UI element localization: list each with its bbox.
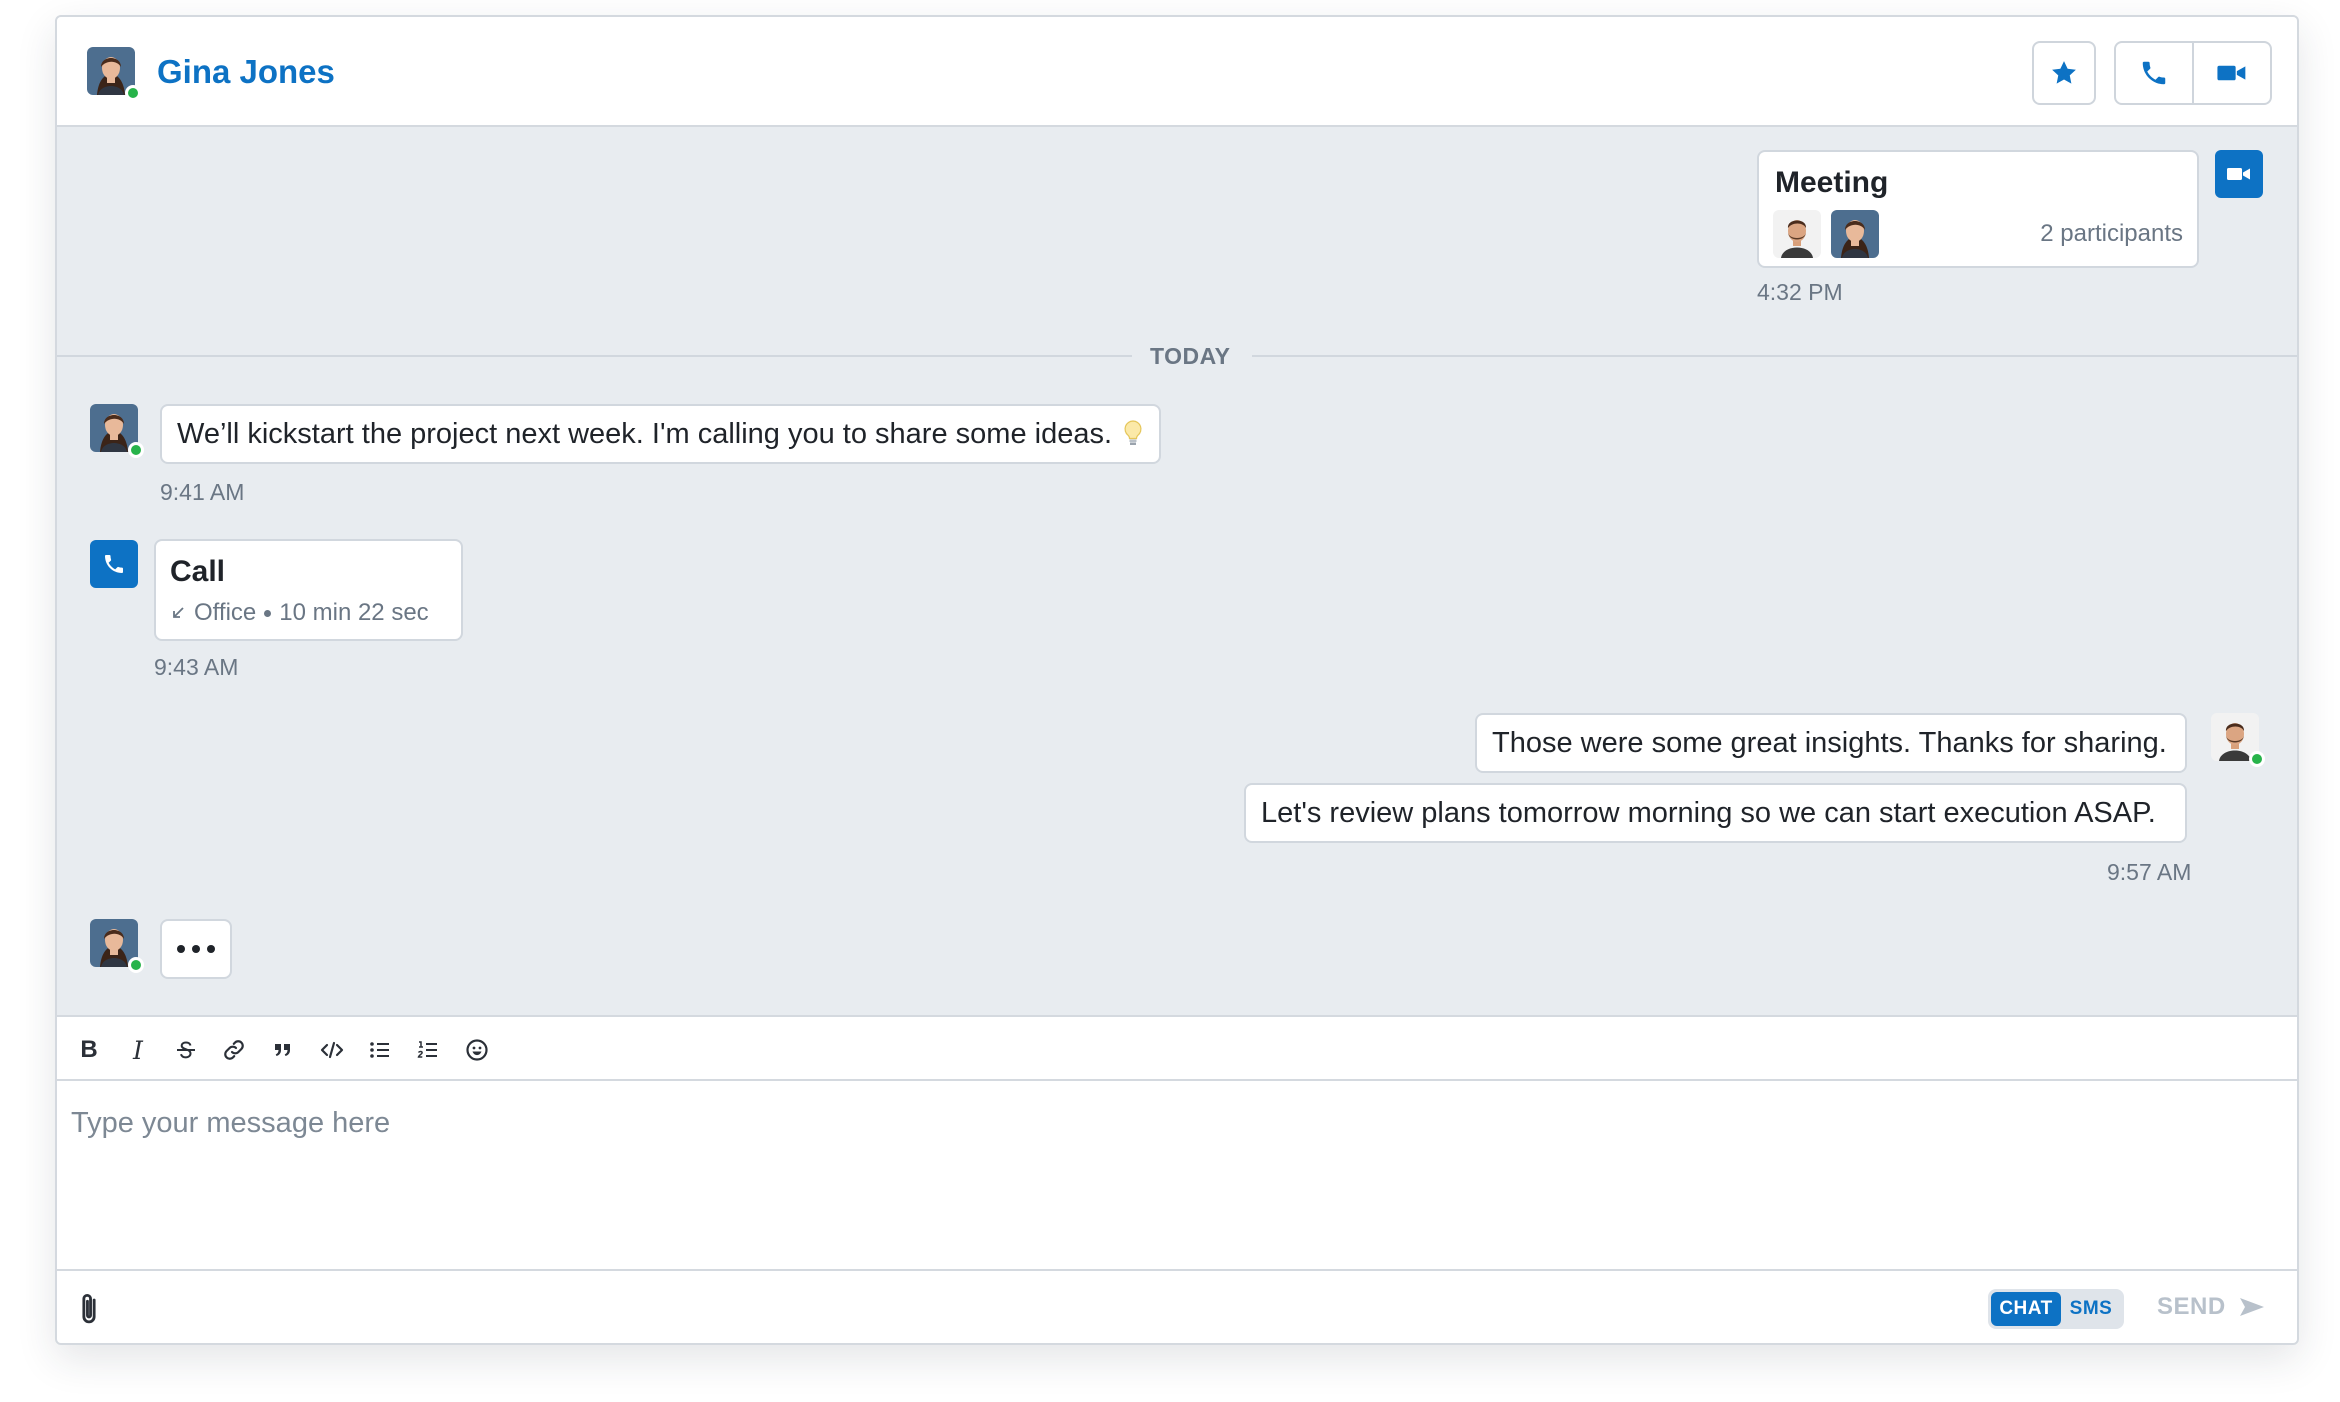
bullet-list-icon xyxy=(370,1042,389,1058)
italic-icon: I xyxy=(133,1035,143,1065)
typing-indicator xyxy=(160,919,232,979)
message-time: 9:57 AM xyxy=(2107,859,2192,885)
italic-button[interactable]: I xyxy=(121,1033,155,1067)
chat-header: Gina Jones xyxy=(57,17,2297,127)
contact-name[interactable]: Gina Jones xyxy=(157,53,335,91)
call-time: 9:43 AM xyxy=(154,654,239,680)
code-icon xyxy=(320,1041,344,1059)
link-button[interactable] xyxy=(217,1033,251,1067)
sender-avatar[interactable] xyxy=(90,404,144,458)
code-button[interactable] xyxy=(315,1033,349,1067)
emoji-icon xyxy=(466,1039,488,1061)
participant-count: 2 participants xyxy=(2040,220,2183,247)
message-text: Let's review plans tomorrow morning so w… xyxy=(1261,796,2156,829)
contact-avatar[interactable] xyxy=(87,47,141,101)
strikethrough-button[interactable] xyxy=(169,1033,203,1067)
bold-button[interactable]: B xyxy=(72,1033,106,1067)
meeting-video-icon xyxy=(2215,150,2263,198)
phone-icon xyxy=(2142,61,2166,85)
sms-mode-option[interactable]: SMS xyxy=(2061,1292,2121,1326)
divider-line xyxy=(1252,355,2297,357)
emoji-button[interactable] xyxy=(460,1033,494,1067)
quote-button[interactable] xyxy=(266,1033,300,1067)
call-duration: 10 min 22 sec xyxy=(279,599,429,626)
channel-toggle: CHAT SMS xyxy=(1988,1289,2124,1329)
send-button[interactable]: SEND xyxy=(2157,1293,2266,1321)
call-location: Office xyxy=(194,599,257,626)
call-details: Office 10 min 22 sec xyxy=(170,599,429,627)
message-bubble[interactable]: Let's review plans tomorrow morning so w… xyxy=(1244,783,2187,843)
meeting-time: 4:32 PM xyxy=(1757,279,1843,305)
send-label: SEND xyxy=(2157,1293,2226,1320)
chat-window: Gina Jones Meeting 2 participants 4:32 P… xyxy=(55,15,2299,1345)
message-input[interactable] xyxy=(57,1081,2297,1269)
composer-footer: CHAT SMS SEND xyxy=(57,1269,2297,1343)
online-status-indicator xyxy=(128,957,144,973)
call-log-card[interactable]: Call Office 10 min 22 sec xyxy=(154,539,463,641)
online-status-indicator xyxy=(128,442,144,458)
message-text: We’ll kickstart the project next week. I… xyxy=(177,417,1113,450)
message-time: 9:41 AM xyxy=(160,479,245,505)
online-status-indicator xyxy=(125,85,141,101)
participant-avatar xyxy=(1831,210,1879,258)
participant-avatar xyxy=(1773,210,1821,258)
star-icon xyxy=(2052,61,2076,84)
sender-avatar[interactable] xyxy=(90,919,144,973)
own-avatar[interactable] xyxy=(2211,713,2265,767)
message-bubble[interactable]: We’ll kickstart the project next week. I… xyxy=(160,404,1162,464)
paperclip-icon xyxy=(82,1294,96,1324)
quote-icon xyxy=(275,1044,290,1056)
message-bubble[interactable]: Those were some great insights. Thanks f… xyxy=(1475,713,2187,773)
separator-dot xyxy=(264,609,272,617)
date-divider: TODAY xyxy=(1150,343,1231,369)
strikethrough-icon xyxy=(177,1041,195,1059)
attach-button[interactable] xyxy=(73,1291,105,1327)
message-text: Those were some great insights. Thanks f… xyxy=(1492,726,2167,759)
favorite-button[interactable] xyxy=(2032,41,2096,105)
message-editor xyxy=(57,1081,2297,1269)
numbered-list-icon xyxy=(417,1041,437,1058)
phone-icon xyxy=(105,555,123,573)
bold-icon: B xyxy=(80,1036,98,1063)
meeting-title: Meeting xyxy=(1775,166,1889,199)
voice-call-button[interactable] xyxy=(2114,41,2194,105)
link-icon xyxy=(224,1040,244,1060)
meeting-participants xyxy=(1773,210,1879,258)
chat-mode-option[interactable]: CHAT xyxy=(1991,1292,2061,1326)
bullet-list-button[interactable] xyxy=(363,1033,397,1067)
incoming-arrow-icon xyxy=(173,607,184,618)
lightbulb-icon xyxy=(1124,420,1142,445)
formatting-toolbar: B I xyxy=(57,1015,2297,1081)
call-log-icon xyxy=(90,540,138,588)
numbered-list-button[interactable] xyxy=(411,1033,445,1067)
call-title: Call xyxy=(170,555,226,588)
send-arrow-icon xyxy=(2239,1298,2264,1316)
online-status-indicator xyxy=(2249,751,2265,767)
video-call-button[interactable] xyxy=(2192,41,2272,105)
video-icon xyxy=(2217,65,2246,81)
divider-line xyxy=(57,355,1132,357)
meeting-card[interactable]: Meeting 2 participants xyxy=(1757,150,2199,268)
